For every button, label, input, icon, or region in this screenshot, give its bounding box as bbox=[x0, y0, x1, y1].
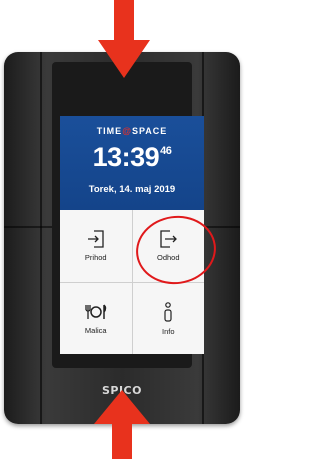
current-time: 13:3946 bbox=[92, 142, 172, 172]
info-label: Info bbox=[161, 326, 175, 336]
current-seconds: 46 bbox=[160, 145, 172, 157]
meal-icon bbox=[85, 304, 106, 319]
brand-logo: TIME@SPACE bbox=[96, 126, 168, 136]
meal-label: Malica bbox=[84, 325, 107, 335]
bottom-arrow-icon bbox=[94, 390, 150, 459]
brand-at-icon: @ bbox=[122, 126, 132, 136]
arrive-icon bbox=[87, 230, 104, 248]
arrive-button[interactable]: Prihod bbox=[60, 210, 132, 282]
arrive-label: Prihod bbox=[84, 253, 107, 263]
top-arrow-icon bbox=[98, 0, 150, 78]
clock-header: TIME@SPACE 13:3946 Torek, 14. maj 2019 bbox=[60, 116, 204, 210]
info-icon bbox=[164, 301, 172, 322]
current-date: Torek, 14. maj 2019 bbox=[88, 184, 176, 195]
info-button[interactable]: Info bbox=[132, 282, 204, 354]
housing-seam-left bbox=[40, 52, 42, 424]
meal-button[interactable]: Malica bbox=[60, 282, 132, 354]
